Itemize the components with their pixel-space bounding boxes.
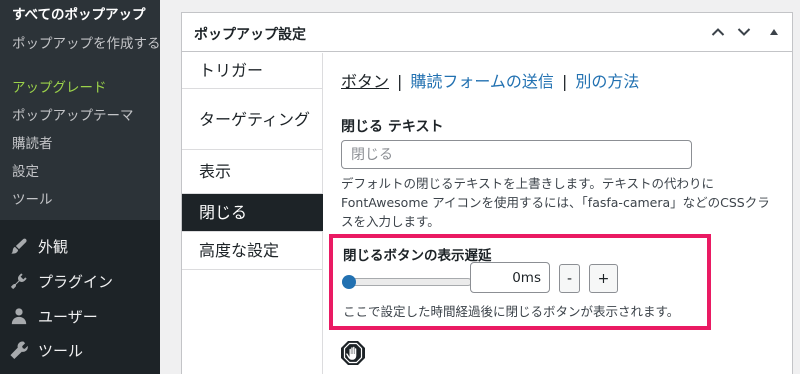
submenu-popup-themes[interactable]: ポップアップテーマ — [12, 104, 134, 124]
menu-users-label: ユーザー — [38, 307, 98, 326]
toggle-panel-button[interactable] — [764, 22, 784, 42]
tab-close[interactable]: 閉じる — [182, 194, 323, 232]
submenu-tools[interactable]: ツール — [12, 188, 53, 208]
menu-tools[interactable]: ツール — [10, 337, 83, 363]
close-delay-slider[interactable] — [342, 275, 472, 289]
menu-users[interactable]: ユーザー — [10, 303, 98, 329]
tab-advanced[interactable]: 高度な設定 — [182, 232, 323, 270]
menu-appearance[interactable]: 外観 — [10, 233, 68, 259]
wrench-icon — [10, 341, 28, 359]
menu-plugins[interactable]: プラグイン — [10, 268, 113, 294]
close-text-description: デフォルトの閉じるテキストを上書きします。テキストの代わりに FontAweso… — [341, 176, 770, 229]
subtab-alternative-methods[interactable]: 別の方法 — [575, 72, 639, 91]
tab-display[interactable]: 表示 — [182, 150, 323, 194]
user-icon — [10, 307, 28, 325]
subtab-separator: | — [397, 72, 403, 91]
popup-settings-box: ポップアップ設定 トリガー ターゲティング 表示 閉じる 高度な設定 ボタン | 購… — [181, 12, 793, 374]
popup-submenu: すべてのポップアップ ポップアップを作成する アップグレード ポップアップテーマ… — [0, 0, 161, 220]
slider-handle[interactable] — [342, 275, 356, 289]
decrement-button[interactable]: - — [559, 264, 580, 293]
subtab-form-submission[interactable]: 購読フォームの送信 — [410, 72, 554, 91]
stop-hand-icon — [341, 341, 365, 365]
menu-tools-label: ツール — [38, 341, 84, 360]
chevron-up-icon — [711, 28, 725, 36]
submenu-create-popup[interactable]: ポップアップを作成する — [12, 32, 161, 52]
tab-targeting[interactable]: ターゲティング — [182, 89, 323, 150]
chevron-down-icon — [737, 28, 751, 36]
move-down-button[interactable] — [734, 22, 754, 42]
postbox-header: ポップアップ設定 — [182, 13, 792, 52]
close-text-input[interactable] — [341, 140, 692, 169]
postbox-title: ポップアップ設定 — [194, 27, 306, 43]
menu-plugins-label: プラグイン — [38, 272, 114, 291]
submenu-subscribers[interactable]: 購読者 — [12, 132, 53, 152]
slider-track — [342, 278, 472, 286]
subtab-separator: | — [561, 72, 568, 91]
paintbrush-icon — [10, 237, 28, 255]
subtab-button[interactable]: ボタン — [341, 72, 389, 91]
admin-sidebar: すべてのポップアップ ポップアップを作成する アップグレード ポップアップテーマ… — [0, 0, 161, 374]
close-text-label: 閉じる テキスト — [341, 119, 444, 135]
close-delay-label: 閉じるボタンの表示遅延 — [343, 248, 492, 264]
plugin-icon — [10, 272, 28, 290]
close-delay-description: ここで設定した時間経過後に閉じるボタンが表示されます。 — [343, 304, 680, 319]
triangle-up-icon — [770, 29, 778, 35]
tab-triggers[interactable]: トリガー — [182, 53, 323, 89]
move-up-button[interactable] — [708, 22, 728, 42]
submenu-all-popups[interactable]: すべてのポップアップ — [12, 3, 146, 23]
close-delay-value[interactable]: 0ms — [470, 262, 550, 293]
submenu-settings[interactable]: 設定 — [12, 160, 39, 180]
close-delay-section: 閉じるボタンの表示遅延 0ms - + ここで設定した時間経過後に閉じるボタンが… — [329, 234, 711, 330]
close-subtabs: ボタン | 購読フォームの送信 | 別の方法 — [341, 68, 639, 92]
submenu-upgrade[interactable]: アップグレード — [12, 76, 107, 96]
increment-button[interactable]: + — [589, 264, 618, 293]
settings-tabs: トリガー ターゲティング 表示 閉じる 高度な設定 — [182, 53, 323, 374]
menu-appearance-label: 外観 — [38, 237, 69, 256]
